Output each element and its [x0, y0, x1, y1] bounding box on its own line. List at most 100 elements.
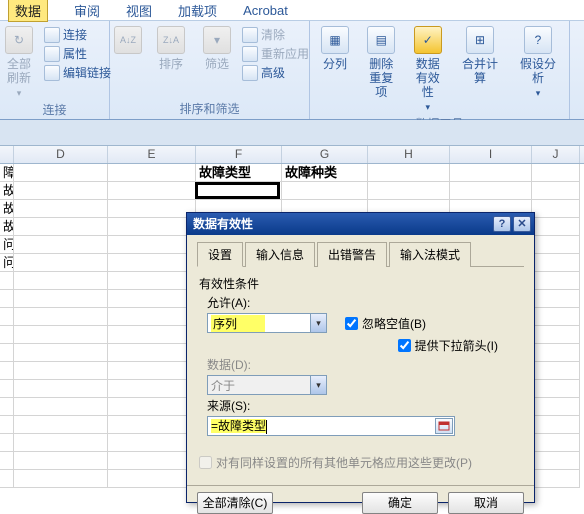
allow-combo[interactable]: 序列 ▾: [207, 313, 327, 333]
grid-cell[interactable]: [0, 470, 14, 488]
grid-cell[interactable]: [108, 452, 196, 470]
col-header-D[interactable]: D: [14, 146, 108, 163]
clear-filter-button[interactable]: 清除: [242, 26, 309, 43]
grid-row[interactable]: 故障: [0, 182, 584, 200]
ok-button[interactable]: 确定: [362, 492, 438, 514]
grid-cell[interactable]: [108, 362, 196, 380]
tab-input-msg[interactable]: 输入信息: [245, 242, 315, 267]
text-to-columns-button[interactable]: ▦ 分列: [314, 23, 356, 71]
grid-cell[interactable]: [14, 164, 108, 182]
refresh-all-button[interactable]: ↻ 全部刷新 ▾: [0, 23, 40, 100]
grid-cell[interactable]: [108, 164, 196, 182]
grid-cell[interactable]: [0, 416, 14, 434]
grid-cell[interactable]: [532, 452, 580, 470]
grid-cell[interactable]: [108, 470, 196, 488]
help-button[interactable]: ?: [493, 216, 511, 232]
grid-cell[interactable]: 故障种类: [282, 164, 368, 182]
grid-cell[interactable]: [0, 290, 14, 308]
ribbon-tab-acrobat[interactable]: Acrobat: [243, 3, 288, 18]
grid-cell[interactable]: [108, 398, 196, 416]
grid-cell[interactable]: [14, 272, 108, 290]
provide-dropdown-checkbox[interactable]: 提供下拉箭头(I): [398, 337, 498, 354]
grid-cell[interactable]: [14, 290, 108, 308]
grid-cell[interactable]: [14, 362, 108, 380]
grid-cell[interactable]: [532, 344, 580, 362]
grid-cell[interactable]: [14, 254, 108, 272]
grid-cell[interactable]: 故障: [0, 182, 14, 200]
grid-cell[interactable]: [108, 272, 196, 290]
grid-cell[interactable]: [14, 182, 108, 200]
col-header-E[interactable]: E: [108, 146, 196, 163]
grid-cell[interactable]: [108, 254, 196, 272]
grid-cell[interactable]: [14, 344, 108, 362]
grid-cell[interactable]: [196, 182, 282, 200]
grid-cell[interactable]: [108, 308, 196, 326]
consolidate-button[interactable]: ⊞ 合并计算: [453, 23, 507, 85]
grid-cell[interactable]: [532, 380, 580, 398]
col-header-G[interactable]: G: [282, 146, 368, 163]
grid-row[interactable]: 障故障类型故障种类: [0, 164, 584, 182]
close-button[interactable]: ✕: [513, 216, 531, 232]
grid-cell[interactable]: [108, 434, 196, 452]
filter-button[interactable]: ▾ 筛选: [196, 23, 238, 71]
grid-cell[interactable]: [282, 182, 368, 200]
grid-cell[interactable]: [532, 308, 580, 326]
grid-cell[interactable]: 故障: [0, 200, 14, 218]
grid-cell[interactable]: [0, 362, 14, 380]
grid-cell[interactable]: [0, 380, 14, 398]
grid-cell[interactable]: [0, 326, 14, 344]
grid-cell[interactable]: [0, 272, 14, 290]
grid-cell[interactable]: [532, 362, 580, 380]
data-validation-button[interactable]: ✓ 数据有效性 ▾: [407, 23, 450, 114]
grid-cell[interactable]: [14, 308, 108, 326]
grid-cell[interactable]: [532, 326, 580, 344]
grid-cell[interactable]: [532, 416, 580, 434]
edit-links-button[interactable]: 编辑链接: [44, 64, 111, 81]
grid-cell[interactable]: [532, 218, 580, 236]
sort-asc-button[interactable]: A↓Z: [110, 23, 146, 57]
grid-cell[interactable]: 故障: [0, 218, 14, 236]
sort-button[interactable]: Z↓A 排序: [150, 23, 192, 71]
col-header-H[interactable]: H: [368, 146, 450, 163]
grid-cell[interactable]: [14, 380, 108, 398]
grid-cell[interactable]: [108, 218, 196, 236]
grid-cell[interactable]: 问题: [0, 236, 14, 254]
grid-cell[interactable]: [532, 470, 580, 488]
col-header-I[interactable]: I: [450, 146, 532, 163]
grid-cell[interactable]: [532, 164, 580, 182]
grid-cell[interactable]: [108, 380, 196, 398]
cancel-button[interactable]: 取消: [448, 492, 524, 514]
grid-cell[interactable]: [0, 434, 14, 452]
remove-duplicates-button[interactable]: ▤ 删除重复项: [360, 23, 403, 99]
grid-cell[interactable]: [532, 236, 580, 254]
source-input[interactable]: =故障类型: [207, 416, 455, 436]
grid-cell[interactable]: [14, 470, 108, 488]
dialog-titlebar[interactable]: 数据有效性 ? ✕: [187, 213, 534, 235]
grid-cell[interactable]: [108, 326, 196, 344]
grid-cell[interactable]: [368, 164, 450, 182]
grid-cell[interactable]: [532, 398, 580, 416]
ribbon-tab-review[interactable]: 审阅: [74, 1, 100, 20]
grid-cell[interactable]: [108, 290, 196, 308]
connections-button[interactable]: 连接: [44, 26, 111, 43]
whatif-button[interactable]: ? 假设分析 ▾: [511, 23, 565, 100]
col-header-J[interactable]: J: [532, 146, 580, 163]
grid-cell[interactable]: [532, 290, 580, 308]
grid-cell[interactable]: 障: [0, 164, 14, 182]
ignore-blank-checkbox[interactable]: 忽略空值(B): [345, 315, 426, 332]
tab-ime[interactable]: 输入法模式: [389, 242, 471, 267]
ribbon-tab-view[interactable]: 视图: [126, 1, 152, 20]
grid-cell[interactable]: [532, 272, 580, 290]
range-picker-button[interactable]: [435, 418, 453, 434]
grid-cell[interactable]: [0, 344, 14, 362]
grid-cell[interactable]: [450, 182, 532, 200]
column-headers[interactable]: D E F G H I J: [0, 146, 584, 164]
advanced-filter-button[interactable]: 高级: [242, 64, 309, 81]
grid-cell[interactable]: [14, 236, 108, 254]
grid-cell[interactable]: [108, 200, 196, 218]
grid-cell[interactable]: [108, 182, 196, 200]
dropdown-icon[interactable]: ▾: [310, 314, 326, 332]
grid-cell[interactable]: [532, 254, 580, 272]
grid-cell[interactable]: [0, 452, 14, 470]
grid-cell[interactable]: [14, 218, 108, 236]
